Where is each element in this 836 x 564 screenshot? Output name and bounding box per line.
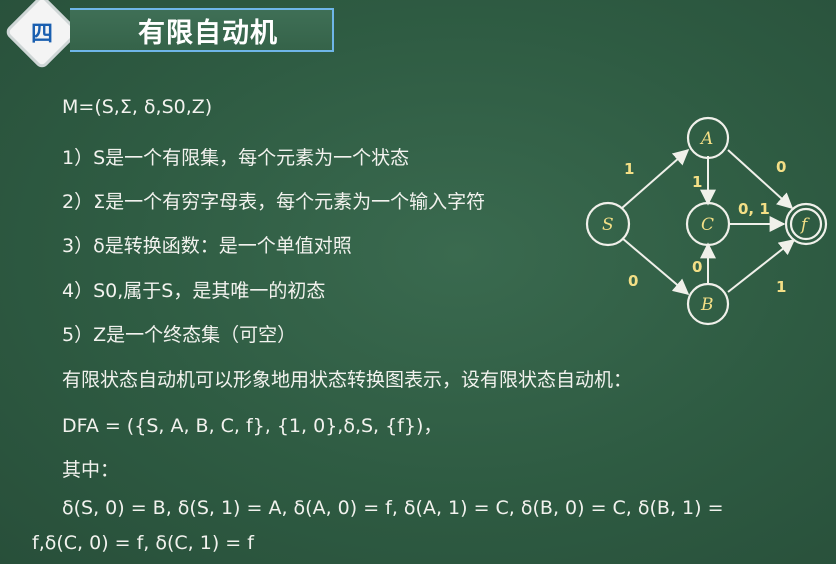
intro-text: 有限状态自动机可以形象地用状态转换图表示，设有限状态自动机： [62,369,633,391]
edge-label-a-f: 0 [776,158,786,176]
item-1: 1）S是一个有限集，每个元素为一个状态 [62,147,410,169]
edge-label-c-f: 0, 1 [738,200,770,218]
transition-line-1: δ(S, 0) = B, δ(S, 1) = A, δ(A, 0) = f, δ… [62,497,724,519]
edge-label-b-c: 0 [692,258,702,276]
item-2: 2）Σ是一个有穷字母表，每个元素为一个输入字符 [62,191,486,213]
page-title: 有限自动机 [70,8,334,52]
node-label-s: S [602,215,614,235]
edge-s-a [621,148,690,209]
state-transition-diagram: S A C B f 1 0 0 1 0 1 0, 1 [585,116,828,326]
item-3: 3）δ是转换函数：是一个单值对照 [62,235,352,257]
definition-line: M=(S,Σ, δ,S0,Z) [62,96,213,118]
dfa-definition: DFA = ({S, A, B, C, f}, {1, 0},δ,S, {f})… [62,415,443,437]
edge-label-s-b: 0 [628,272,638,290]
transition-line-2: f,δ(C, 0) = f, δ(C, 1) = f [32,532,254,554]
edge-label-s-a: 1 [624,160,634,178]
where-label: 其中： [62,459,120,481]
node-label-b: B [700,295,714,315]
node-label-f: f [799,215,810,235]
item-5: 5）Z是一个终态集（可空） [62,324,297,346]
item-4: 4）S0,属于S，是其唯一的初态 [62,280,326,302]
edge-label-b-f: 1 [776,278,786,296]
edge-label-a-c: 1 [692,173,702,191]
node-label-c: C [701,215,714,235]
section-number: 四 [30,22,53,47]
node-label-a: A [699,129,713,149]
